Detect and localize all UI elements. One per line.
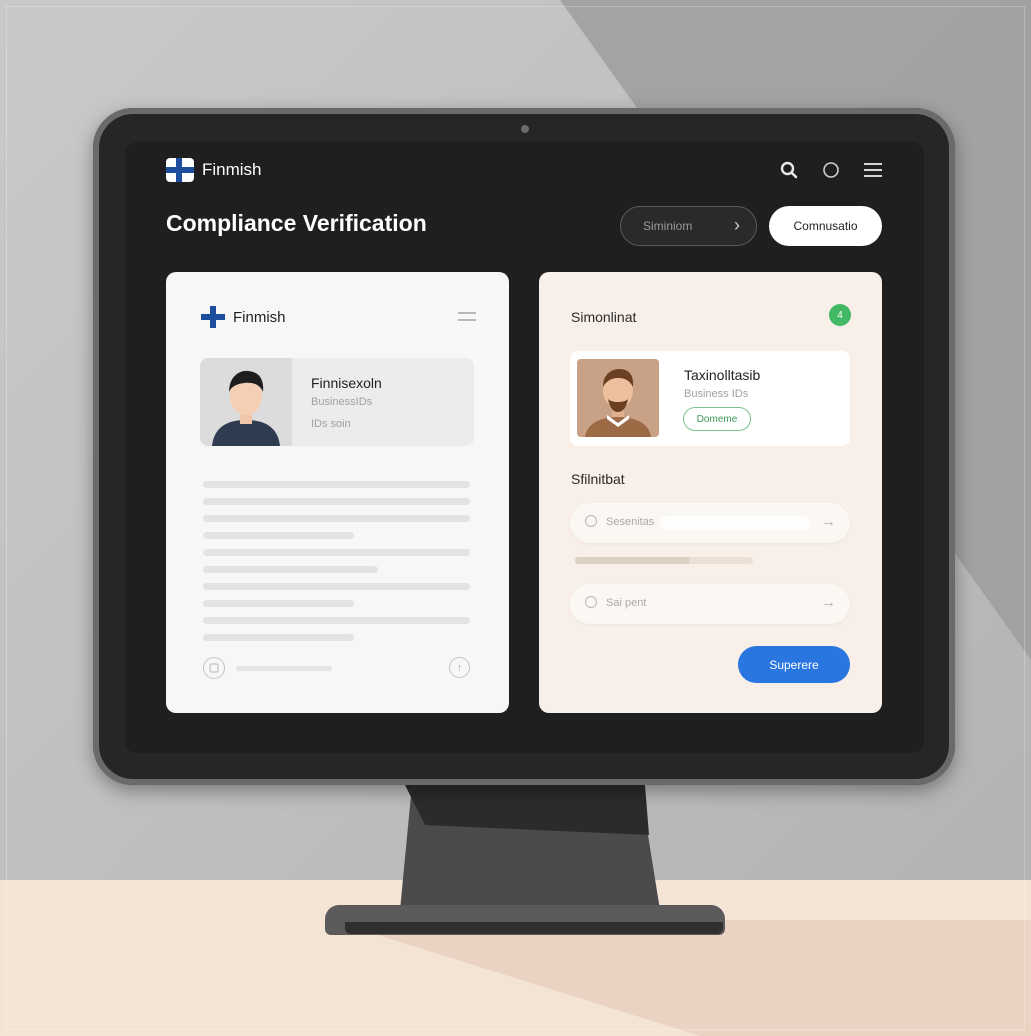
text-line bbox=[203, 617, 470, 624]
profile-ids-detail: IDs soin bbox=[311, 418, 351, 430]
status-pill-label: Domeme bbox=[696, 413, 738, 425]
search-field[interactable]: Sesenitas → bbox=[570, 503, 850, 543]
chevron-right-icon: › bbox=[734, 215, 740, 235]
avatar bbox=[577, 359, 659, 437]
attachment-icon[interactable] bbox=[203, 657, 225, 679]
submit-button[interactable]: Superere bbox=[738, 646, 850, 683]
monitor: Finmish Compliance Verification Siminiom… bbox=[93, 108, 955, 785]
text-line bbox=[203, 515, 470, 522]
avatar bbox=[200, 358, 292, 446]
brand-name: Finmish bbox=[202, 160, 262, 179]
identity-card: Finmish Finnisexoln BusinessIDs IDs soin bbox=[166, 272, 509, 713]
section-title: Sfilnitbat bbox=[571, 471, 625, 487]
search-icon bbox=[585, 596, 597, 608]
arrow-right-icon[interactable]: → bbox=[821, 594, 836, 611]
finnish-cross-icon bbox=[201, 306, 225, 328]
search-field-fill bbox=[660, 516, 810, 530]
primary-action-label: Comnusatio bbox=[793, 219, 858, 233]
circle-icon[interactable] bbox=[820, 159, 842, 181]
text-line bbox=[203, 634, 354, 641]
profile-summary[interactable]: Finnisexoln BusinessIDs IDs soin bbox=[200, 358, 474, 446]
primary-action-button[interactable]: Comnusatio bbox=[769, 206, 882, 246]
radio-icon bbox=[585, 515, 597, 527]
search-field-label: Sesenitas bbox=[606, 516, 655, 528]
status-pill[interactable]: Domeme bbox=[683, 407, 751, 431]
camera-dot bbox=[521, 125, 529, 133]
verification-heading: Simonlinat bbox=[571, 309, 637, 325]
text-line bbox=[203, 583, 470, 590]
taxpayer-name: Taxinolltasib bbox=[684, 367, 761, 383]
monitor-stand-base-edge bbox=[345, 922, 723, 934]
top-toolbar bbox=[778, 159, 884, 181]
taxpayer-profile[interactable]: Taxinolltasib Business IDs Domeme bbox=[570, 351, 850, 446]
secondary-action-button[interactable]: Siminiom › bbox=[620, 206, 757, 246]
secondary-action-label: Siminiom bbox=[643, 219, 693, 233]
text-line bbox=[203, 566, 378, 573]
verification-card: Simonlinat 4 Taxinolltasib Business IDs bbox=[539, 272, 882, 713]
card-brand-name: Finmish bbox=[233, 308, 286, 326]
taxpayer-business-ids: Business IDs bbox=[684, 388, 749, 400]
menu-icon[interactable] bbox=[862, 159, 884, 181]
text-line bbox=[203, 549, 470, 556]
finland-flag-icon bbox=[166, 158, 194, 182]
profile-business-ids: BusinessIDs bbox=[311, 396, 373, 408]
text-line bbox=[203, 481, 470, 488]
arrow-right-icon[interactable]: → bbox=[821, 513, 836, 530]
text-line bbox=[203, 600, 354, 607]
card-menu-icon[interactable] bbox=[458, 312, 476, 326]
submit-button-label: Superere bbox=[769, 657, 819, 672]
search-icon[interactable] bbox=[778, 159, 800, 181]
document-placeholder-lines bbox=[203, 481, 470, 651]
text-line bbox=[203, 498, 470, 505]
card-brand: Finmish bbox=[201, 306, 286, 328]
profile-name: Finnisexoln bbox=[311, 375, 382, 391]
app-screen: Finmish Compliance Verification Siminiom… bbox=[125, 142, 924, 753]
query-field[interactable]: Sai pent → bbox=[570, 584, 850, 624]
footer-placeholder-bar bbox=[236, 666, 332, 671]
query-field-label: Sai pent bbox=[606, 597, 647, 609]
progress-bar bbox=[575, 557, 753, 564]
app-brand[interactable]: Finmish bbox=[166, 158, 262, 182]
status-badge: 4 bbox=[829, 304, 851, 326]
progress-fill bbox=[575, 557, 689, 564]
text-line bbox=[203, 532, 354, 539]
info-icon[interactable]: ↑ bbox=[449, 657, 470, 678]
page-title: Compliance Verification bbox=[166, 210, 427, 236]
